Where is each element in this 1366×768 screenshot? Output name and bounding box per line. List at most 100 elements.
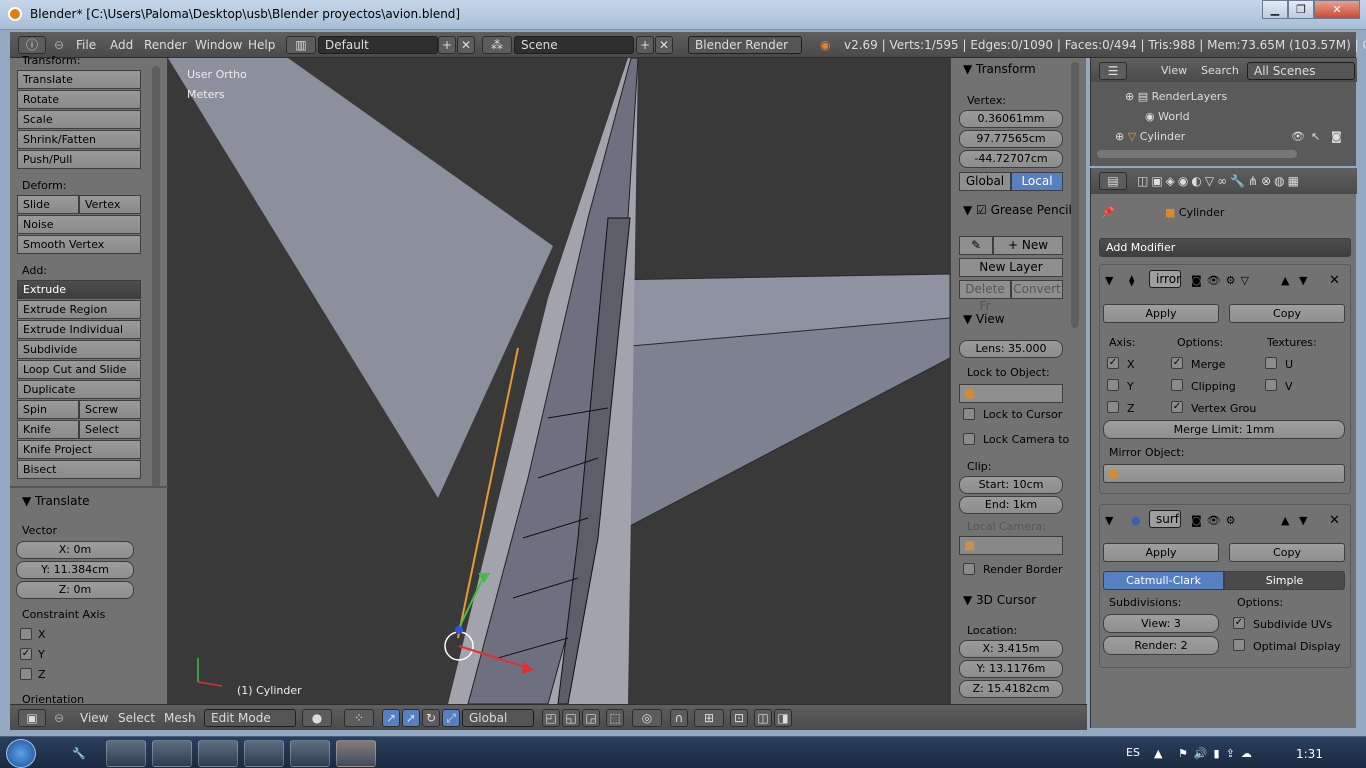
layout-icon[interactable]: ▥ — [286, 36, 316, 54]
subdivide-button[interactable]: Subdivide — [17, 340, 141, 359]
outliner-filter-select[interactable]: All Scenes — [1247, 62, 1355, 80]
menu-add[interactable]: Add — [110, 36, 133, 54]
outliner-editor-icon[interactable]: ☰ — [1099, 62, 1127, 80]
remove-scene-icon[interactable]: ✕ — [655, 36, 673, 54]
layout-field[interactable]: Default — [318, 36, 438, 54]
mirror-copy-button[interactable]: Copy — [1229, 304, 1345, 323]
merge-limit-field[interactable]: Merge Limit: 1mm — [1103, 420, 1345, 439]
slide-edge-button[interactable]: Slide Edge — [17, 195, 79, 228]
translate-manipulator-icon[interactable]: ➚ — [402, 709, 420, 727]
add-layout-icon[interactable]: + — [438, 36, 456, 54]
subsurf-copy-button[interactable]: Copy — [1229, 543, 1345, 562]
translate-button[interactable]: Translate — [17, 70, 141, 89]
mirror-object-field[interactable]: ■ — [1103, 464, 1345, 483]
axis-x-checkbox[interactable]: ✓ — [1107, 357, 1119, 369]
vertex-x-field[interactable]: 0.36061mm — [959, 110, 1063, 128]
orientation-select[interactable]: Global — [462, 709, 534, 727]
add-modifier-select[interactable]: Add Modifier — [1099, 238, 1351, 257]
optimal-display-checkbox[interactable] — [1233, 639, 1245, 651]
translate-y-field[interactable]: Y: 11.384cm — [16, 561, 134, 579]
mirror-name-field[interactable]: irror — [1149, 270, 1181, 288]
magnet-icon[interactable]: ∩ — [670, 709, 688, 727]
tray-icons[interactable]: ⚑🔊▮⇪☁ — [1178, 745, 1258, 763]
spin-button[interactable]: Spin — [17, 400, 79, 419]
new-layer-button[interactable]: New Layer — [959, 258, 1063, 277]
catmull-clark-toggle[interactable]: Catmull-Clark — [1103, 571, 1224, 590]
outliner-item-renderlayers[interactable]: ⊕ ▤ RenderLayers — [1125, 88, 1227, 106]
subsurf-move-up-icon[interactable]: ▲ — [1281, 512, 1289, 530]
maximize-button[interactable]: ❐ — [1288, 0, 1314, 19]
lock-camera-checkbox[interactable] — [963, 433, 975, 445]
duplicate-button[interactable]: Duplicate — [17, 380, 141, 399]
constraint-y-checkbox[interactable]: ✓ — [20, 648, 32, 660]
pivot-icon[interactable]: ⁘ — [344, 709, 374, 727]
properties-editor-icon[interactable]: ▤ — [1099, 172, 1127, 190]
merge-checkbox[interactable]: ✓ — [1171, 357, 1183, 369]
extrude-menu[interactable]: Extrude — [17, 280, 141, 299]
translate-x-field[interactable]: X: 0m — [16, 541, 134, 559]
subsurf-remove-icon[interactable]: ✕ — [1329, 512, 1340, 530]
menu-file[interactable]: File — [76, 36, 96, 54]
simple-toggle[interactable]: Simple — [1224, 571, 1345, 590]
constraint-x-checkbox[interactable] — [20, 628, 32, 640]
cursor-z-field[interactable]: Z: 15.4182cm — [959, 680, 1063, 698]
convert-button[interactable]: Convert — [1011, 280, 1063, 299]
outliner-item-world[interactable]: ◉ World — [1145, 108, 1190, 126]
proportional-edit-icon[interactable]: ◎ — [632, 709, 662, 727]
collapse-icon[interactable]: ⊖ — [54, 709, 64, 727]
extrude-region-button[interactable]: Extrude Region — [17, 300, 141, 319]
lock-cursor-checkbox[interactable] — [963, 408, 975, 420]
subdivide-uvs-checkbox[interactable]: ✓ — [1233, 617, 1245, 629]
lock-object-field[interactable]: ■ — [959, 384, 1063, 403]
constraint-z-checkbox[interactable] — [20, 668, 32, 680]
close-button[interactable]: ✕ — [1314, 0, 1360, 19]
cursor-x-field[interactable]: X: 3.415m — [959, 640, 1063, 658]
screw-button[interactable]: Screw — [79, 400, 141, 419]
mirror-apply-button[interactable]: Apply — [1103, 304, 1219, 323]
tool-scrollbar[interactable] — [152, 66, 160, 488]
clip-start-field[interactable]: Start: 10cm — [959, 476, 1063, 494]
start-button[interactable] — [6, 739, 36, 768]
render-anim-icon[interactable]: ◨ — [774, 709, 792, 727]
clip-end-field[interactable]: End: 1km — [959, 496, 1063, 514]
subsurf-move-down-icon[interactable]: ▼ — [1299, 512, 1307, 530]
local-camera-field[interactable]: ■ — [959, 536, 1063, 555]
render-icon[interactable]: ◫ — [754, 709, 772, 727]
delete-frame-button[interactable]: Delete Fr — [959, 280, 1011, 313]
menu-render[interactable]: Render — [144, 36, 187, 54]
scene-field[interactable]: Scene — [514, 36, 634, 54]
new-grease-button[interactable]: + New — [993, 236, 1063, 255]
snap-target-icon[interactable]: ⊡ — [730, 709, 748, 727]
collapse-icon[interactable]: ⊖ — [54, 36, 64, 54]
outliner-view-menu[interactable]: View — [1161, 62, 1187, 80]
local-toggle[interactable]: Local — [1011, 172, 1063, 191]
3d-viewport[interactable]: User Ortho Meters (1) Cylinder — [168, 58, 950, 704]
loop-cut-button[interactable]: Loop Cut and Slide — [17, 360, 141, 379]
rotate-manipulator-icon[interactable]: ↻ — [422, 709, 440, 727]
clock[interactable]: 1:31 — [1296, 745, 1323, 763]
menu-help[interactable]: Help — [248, 36, 275, 54]
edge-select-icon[interactable]: ◱ — [562, 709, 580, 727]
shrink-fatten-button[interactable]: Shrink/Fatten — [17, 130, 141, 149]
clipping-checkbox[interactable] — [1171, 379, 1183, 391]
render-levels-field[interactable]: Render: 2 — [1103, 636, 1219, 655]
minimize-button[interactable]: ▁ — [1262, 0, 1288, 19]
context-tabs-icons[interactable]: ◫▣◈◉◐▽∞🔧⋔⊗◍▦ — [1137, 172, 1302, 190]
renderable-camera-icon[interactable]: ◙ — [1331, 128, 1342, 146]
pin-icon[interactable]: 📌 — [1101, 204, 1115, 222]
manipulator-icon[interactable]: ↗ — [382, 709, 400, 727]
vertex-y-field[interactable]: 97.77565cm — [959, 130, 1063, 148]
tools-icon[interactable]: 🔧 — [72, 745, 86, 763]
grease-pencil-header[interactable]: ▼ ☑ Grease Pencil — [963, 203, 1072, 217]
mode-select[interactable]: Edit Mode — [204, 709, 296, 727]
outliner-hscrollbar[interactable] — [1097, 150, 1297, 158]
knife-select-button[interactable]: Select — [79, 420, 141, 439]
transform-panel-header[interactable]: ▼ Transform — [963, 62, 1036, 76]
scale-button[interactable]: Scale — [17, 110, 141, 129]
menu-window[interactable]: Window — [195, 36, 242, 54]
visibility-eye-icon[interactable]: 👁 — [1291, 128, 1305, 146]
mirror-collapse-icon[interactable]: ▼ — [1105, 272, 1113, 290]
scene-icon[interactable]: ⁂ — [482, 36, 512, 54]
texture-v-checkbox[interactable] — [1265, 379, 1277, 391]
taskbar-media-icon[interactable] — [290, 740, 330, 767]
